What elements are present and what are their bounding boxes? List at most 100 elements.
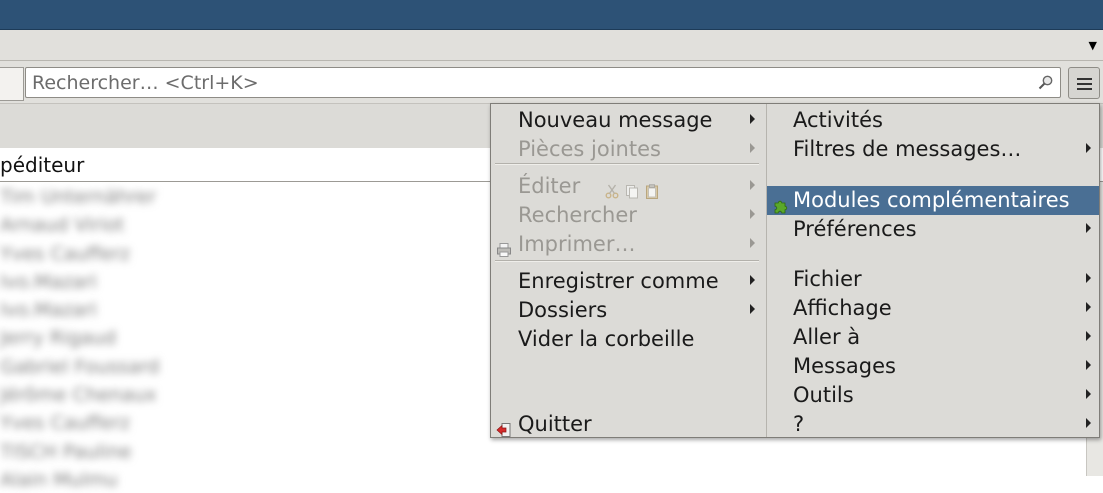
submenu-arrow-icon — [750, 304, 755, 314]
menu-item-label: Filtres de messages… — [793, 137, 1022, 161]
submenu-arrow-icon — [1086, 302, 1091, 312]
menu-item-label: Aller à — [793, 325, 861, 349]
menu-item-activites[interactable]: Activités — [767, 106, 1099, 135]
list-item[interactable]: Tim Unternährer — [0, 182, 500, 210]
sender-name: Yves Caufferz — [0, 242, 130, 265]
menu-item-label: Quitter — [518, 412, 592, 436]
menu-item-label: Imprimer… — [518, 232, 636, 256]
list-item[interactable]: Alain Mulmu — [0, 465, 500, 493]
app-menu-popup: Nouveau message Pièces jointes Éditer Reche… — [490, 103, 1100, 438]
sender-name: Gabriel Foussard — [0, 355, 160, 378]
sender-name: Jerry Rigaud — [0, 327, 117, 350]
menu-item-rechercher: Rechercher — [491, 201, 763, 230]
menu-item-pieces-jointes: Pièces jointes — [491, 135, 763, 164]
hamburger-icon — [1077, 78, 1092, 80]
submenu-arrow-icon — [750, 180, 755, 190]
menu-separator — [495, 260, 759, 262]
column-header-sender[interactable]: péditeur — [0, 153, 84, 177]
submenu-arrow-icon — [1086, 418, 1091, 428]
list-item[interactable]: Yves Caufferz — [0, 239, 500, 267]
menu-item-imprimer: Imprimer… — [491, 230, 763, 259]
sender-name: TISCH Pauline — [0, 440, 132, 463]
submenu-arrow-icon — [1086, 273, 1091, 283]
menu-item-vider-la-corbeille[interactable]: Vider la corbeille — [491, 325, 763, 354]
menu-item-editer: Éditer — [491, 172, 763, 201]
menu-item-enregistrer-comme[interactable]: Enregistrer comme — [491, 267, 763, 296]
menu-item-label: Préférences — [793, 217, 917, 241]
scissors-icon — [605, 178, 619, 199]
paste-icon — [645, 178, 659, 199]
menu-item-quitter[interactable]: Quitter — [491, 410, 763, 439]
list-item[interactable]: Ivo.Mazari — [0, 295, 500, 323]
search-icon[interactable] — [1038, 74, 1054, 90]
list-item[interactable]: Yves Caufferz — [0, 408, 500, 436]
toolbar-button-partial[interactable] — [0, 67, 24, 101]
menu-item-fichier[interactable]: Fichier — [767, 265, 1099, 294]
sender-name: Ivo.Mazari — [0, 270, 97, 293]
submenu-arrow-icon — [1086, 223, 1091, 233]
search-input[interactable] — [32, 68, 1037, 97]
message-list: Tim Unternährer Arnaud Viriot Yves Cauffer… — [0, 182, 500, 493]
menu-item-outils[interactable]: Outils — [767, 381, 1099, 410]
list-item[interactable]: Arnaud Viriot — [0, 210, 500, 238]
menu-item-nouveau-message[interactable]: Nouveau message — [491, 106, 763, 135]
list-item[interactable]: Jérôme Chenaux — [0, 380, 500, 408]
menu-separator — [495, 163, 759, 165]
menu-item-label: Activités — [793, 108, 883, 132]
submenu-arrow-icon — [750, 209, 755, 219]
sender-name: Jérôme Chenaux — [0, 384, 157, 407]
window-titlebar — [0, 0, 1103, 30]
submenu-arrow-icon — [1086, 360, 1091, 370]
tab-list-dropdown-icon[interactable]: ▼ — [1089, 39, 1097, 52]
submenu-arrow-icon — [1086, 389, 1091, 399]
menu-item-modules-complementaires[interactable]: Modules complémentaires — [767, 186, 1099, 215]
tab-strip: ▼ — [0, 30, 1103, 61]
menu-item-label: Dossiers — [518, 298, 608, 322]
menu-item-label: Pièces jointes — [518, 137, 661, 161]
menu-item-dossiers[interactable]: Dossiers — [491, 296, 763, 325]
menu-item-label: Vider la corbeille — [518, 327, 695, 351]
sender-name: Yves Caufferz — [0, 412, 130, 435]
app-menu-right-column: Activités Filtres de messages… Modules com… — [766, 104, 1100, 437]
list-item[interactable]: TISCH Pauline — [0, 437, 500, 465]
menu-item-preferences[interactable]: Préférences — [767, 215, 1099, 244]
hamburger-icon-bar — [1077, 83, 1092, 85]
menu-item-label: Nouveau message — [518, 108, 713, 132]
app-menu-left-column: Nouveau message Pièces jointes Éditer Reche… — [491, 104, 766, 437]
sender-name: Alain Mulmu — [0, 468, 118, 491]
menu-item-label: Enregistrer comme — [518, 269, 719, 293]
menu-item-help[interactable]: ? — [767, 410, 1099, 439]
app-menu-button[interactable] — [1068, 67, 1100, 99]
sender-name: Ivo.Mazari — [0, 299, 97, 322]
submenu-arrow-icon — [750, 114, 755, 124]
list-item[interactable]: Jerry Rigaud — [0, 323, 500, 351]
list-item[interactable]: Ivo.Mazari — [0, 267, 500, 295]
submenu-arrow-icon — [1086, 143, 1091, 153]
menu-item-affichage[interactable]: Affichage — [767, 294, 1099, 323]
menu-item-label: Messages — [793, 354, 896, 378]
submenu-arrow-icon — [750, 143, 755, 153]
submenu-arrow-icon — [750, 238, 755, 248]
printer-icon — [496, 237, 512, 257]
menu-item-messages[interactable]: Messages — [767, 352, 1099, 381]
quit-icon — [496, 417, 512, 437]
menu-item-filtres-de-messages[interactable]: Filtres de messages… — [767, 135, 1099, 164]
submenu-arrow-icon — [750, 275, 755, 285]
menu-item-label: ? — [793, 412, 805, 436]
puzzle-icon — [772, 193, 788, 214]
menu-item-label: Modules complémentaires — [793, 188, 1070, 212]
menu-item-label: Outils — [793, 383, 854, 407]
sender-name: Arnaud Viriot — [0, 214, 125, 237]
search-box[interactable] — [25, 67, 1061, 98]
menu-item-label: Rechercher — [518, 203, 637, 227]
sender-name: Tim Unternährer — [0, 186, 157, 208]
menu-item-aller-a[interactable]: Aller à — [767, 323, 1099, 352]
menu-item-label: Fichier — [793, 267, 862, 291]
hamburger-icon-bar — [1077, 88, 1092, 90]
list-item[interactable]: Gabriel Foussard — [0, 352, 500, 380]
menu-item-label: Éditer — [518, 174, 581, 198]
submenu-arrow-icon — [1086, 331, 1091, 341]
copy-icon — [625, 178, 639, 199]
toolbar — [0, 61, 1103, 103]
menu-item-label: Affichage — [793, 296, 892, 320]
